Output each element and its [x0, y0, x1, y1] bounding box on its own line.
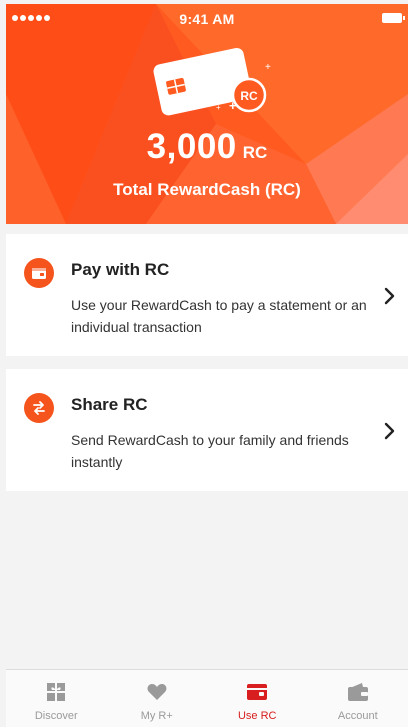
tab-label: Use RC	[238, 710, 277, 722]
tab-label: My R+	[141, 710, 173, 722]
balance: 3,000 RC	[6, 127, 408, 167]
heart-icon	[146, 681, 168, 703]
battery-icon	[382, 13, 402, 23]
transfer-icon	[24, 393, 54, 423]
share-rc-option[interactable]: Share RC Send RewardCash to your family …	[6, 369, 408, 491]
svg-text:+: +	[265, 62, 271, 73]
balance-amount: 3,000	[147, 127, 237, 166]
status-time: 9:41 AM	[6, 11, 408, 27]
gift-icon	[45, 681, 67, 703]
tab-label: Account	[338, 710, 378, 722]
rc-badge: RC	[240, 89, 258, 103]
wallet-icon	[245, 681, 269, 703]
option-title: Share RC	[71, 395, 148, 415]
tab-bar: Discover My R+ Use RC Account	[6, 669, 408, 727]
svg-text:+: +	[216, 103, 221, 112]
tab-label: Discover	[35, 710, 78, 722]
option-title: Pay with RC	[71, 260, 169, 280]
status-bar: 9:41 AM	[6, 4, 408, 32]
reward-hero: 9:41 AM RC + + + 3,000 RC Total RewardCas…	[6, 4, 408, 224]
balance-label: Total RewardCash (RC)	[6, 180, 408, 200]
tab-use-rc[interactable]: Use RC	[207, 670, 308, 727]
svg-text:+: +	[229, 98, 237, 113]
purse-icon	[346, 681, 370, 703]
tab-discover[interactable]: Discover	[6, 670, 107, 727]
wallet-icon	[24, 258, 54, 288]
chevron-right-icon	[384, 287, 396, 305]
card-illustration-icon: RC + + +	[146, 44, 281, 119]
pay-with-rc-option[interactable]: Pay with RC Use your RewardCash to pay a…	[6, 234, 408, 356]
balance-unit: RC	[243, 143, 268, 162]
tab-account[interactable]: Account	[308, 670, 408, 727]
option-description: Use your RewardCash to pay a statement o…	[71, 294, 371, 338]
option-description: Send RewardCash to your family and frien…	[71, 429, 371, 473]
tab-my-r-plus[interactable]: My R+	[107, 670, 208, 727]
chevron-right-icon	[384, 422, 396, 440]
